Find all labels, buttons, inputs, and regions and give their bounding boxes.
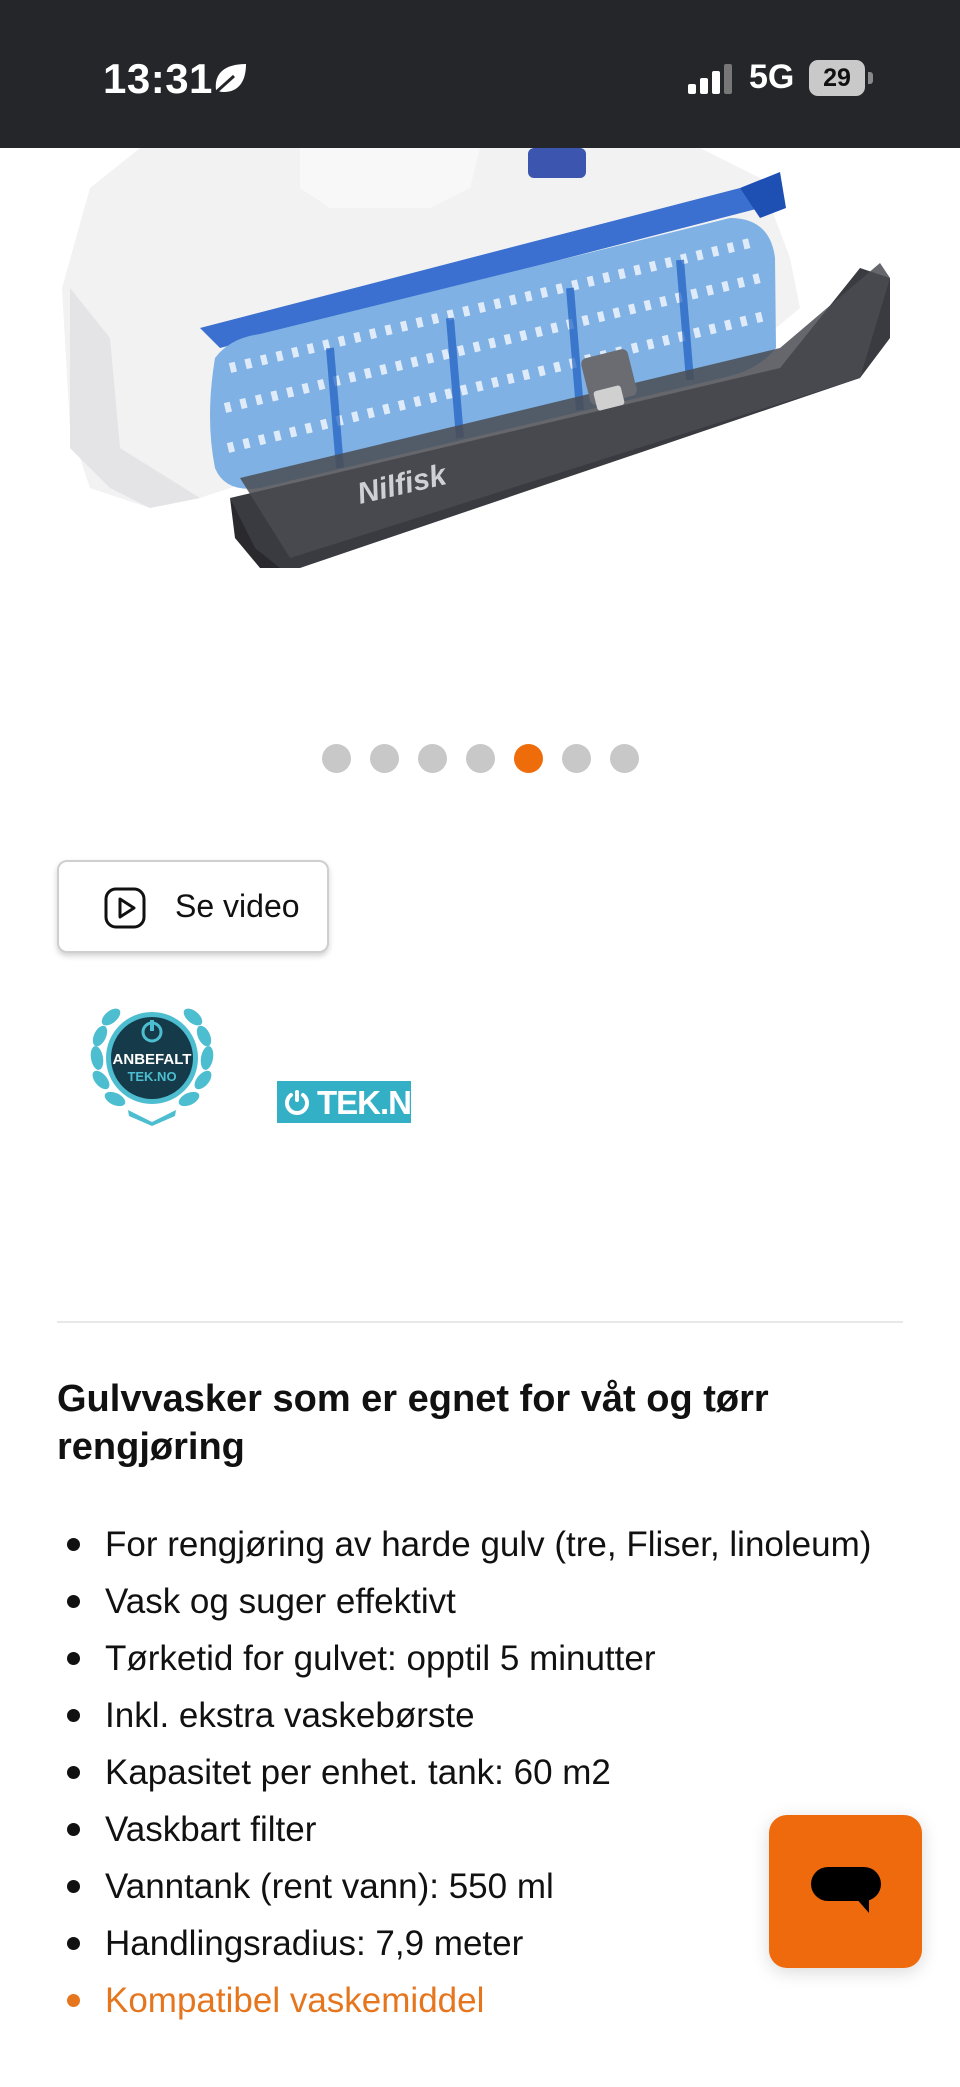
- section-divider: [57, 1321, 903, 1323]
- bullet: [67, 1709, 80, 1722]
- anbefalt-label: ANBEFALT: [113, 1051, 192, 1068]
- list-item-text: Vaskbart filter: [105, 1810, 317, 1849]
- bullet: [67, 1538, 80, 1551]
- bullet: [67, 1652, 80, 1665]
- watch-video-button[interactable]: Se video: [57, 860, 329, 953]
- bullet: [67, 1937, 80, 1950]
- bullet: [67, 1823, 80, 1836]
- leaf-icon: [212, 64, 246, 96]
- signal-icon: [688, 64, 732, 94]
- list-item: Tørketid for gulvet: opptil 5 minutter: [57, 1630, 897, 1687]
- tekno-logo: TEK.NO: [277, 1081, 437, 1123]
- product-image[interactable]: Nilfisk: [0, 148, 960, 688]
- carousel-dot[interactable]: [562, 744, 591, 773]
- bullet: [67, 1766, 80, 1779]
- chat-icon: [811, 1867, 881, 1913]
- battery-icon: 29: [809, 60, 873, 96]
- list-item: For rengjøring av harde gulv (tre, Flise…: [57, 1516, 897, 1573]
- list-item: Inkl. ekstra vaskebørste: [57, 1687, 897, 1744]
- play-icon: [104, 887, 146, 929]
- product-description-title: Gulvvasker som er egnet for våt og tørr …: [57, 1378, 769, 1468]
- clock: 13:31: [103, 55, 213, 102]
- power-icon: [285, 1090, 309, 1115]
- bullet: [67, 1994, 80, 2007]
- list-item-text: Kompatibel vaskemiddel: [105, 1981, 485, 2020]
- chat-button[interactable]: [769, 1815, 922, 1968]
- watch-video-label: Se video: [175, 888, 300, 924]
- carousel-dot[interactable]: [322, 744, 351, 773]
- list-item-text: For rengjøring av harde gulv (tre, Flise…: [105, 1525, 872, 1564]
- list-item-text: Vanntank (rent vann): 550 ml: [105, 1867, 554, 1906]
- list-item-text: Kapasitet per enhet. tank: 60 m2: [105, 1753, 611, 1792]
- carousel-dot[interactable]: [466, 744, 495, 773]
- network-type: 5G: [749, 58, 795, 96]
- carousel-dot[interactable]: [514, 744, 543, 773]
- list-item-text: Tørketid for gulvet: opptil 5 minutter: [105, 1639, 656, 1678]
- anbefalt-sublabel: TEK.NO: [127, 1069, 176, 1084]
- list-item-text: Inkl. ekstra vaskebørste: [105, 1696, 475, 1735]
- list-item: Kapasitet per enhet. tank: 60 m2: [57, 1744, 897, 1801]
- carousel-dot[interactable]: [418, 744, 447, 773]
- list-item: Vask og suger effektivt: [57, 1573, 897, 1630]
- bullet: [67, 1880, 80, 1893]
- compatible-detergent-link[interactable]: Kompatibel vaskemiddel: [57, 1972, 897, 2029]
- list-item-text: Vask og suger effektivt: [105, 1582, 456, 1621]
- carousel-dot[interactable]: [370, 744, 399, 773]
- bullet: [67, 1595, 80, 1608]
- carousel-dot[interactable]: [610, 744, 639, 773]
- tekno-label: TEK.NO: [317, 1084, 437, 1121]
- anbefalt-tekno-badge: ANBEFALT TEK.NO: [90, 1008, 214, 1126]
- battery-level: 29: [809, 60, 865, 96]
- status-bar: 13:31 5G 29: [0, 0, 960, 148]
- list-item-text: Handlingsradius: 7,9 meter: [105, 1924, 524, 1963]
